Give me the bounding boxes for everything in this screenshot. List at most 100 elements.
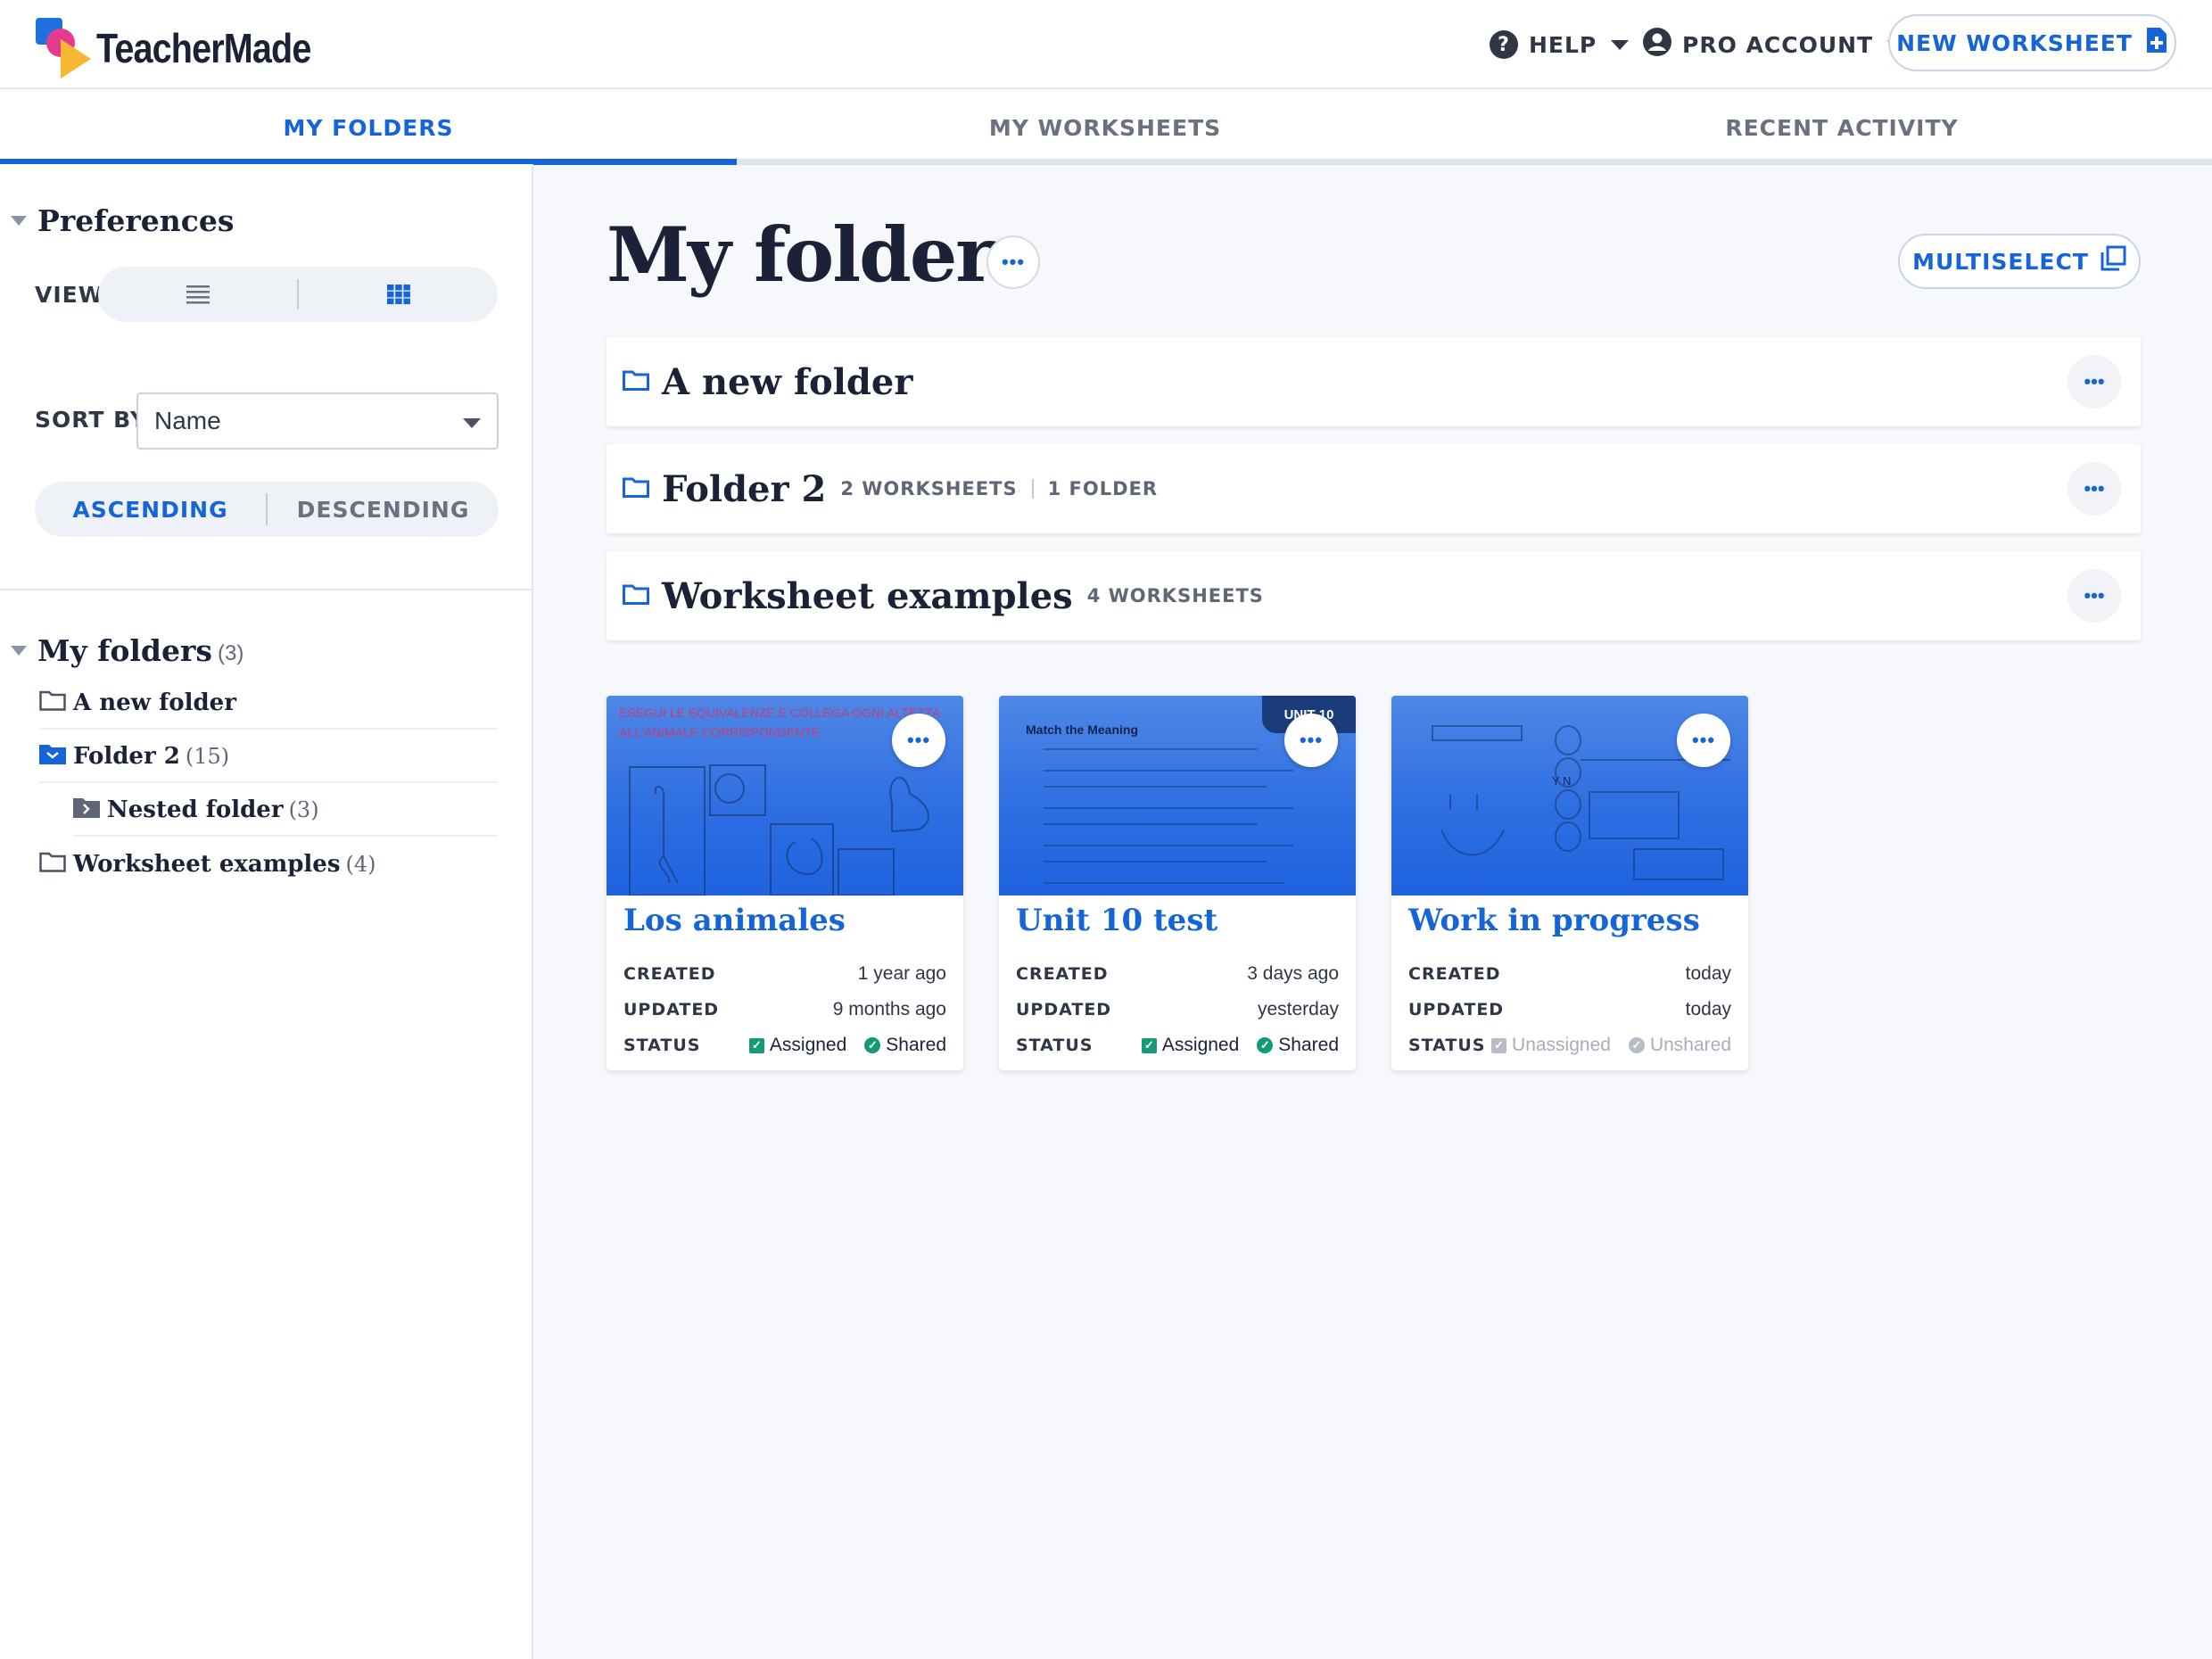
worksheet-thumbnail[interactable]: ESEGUI LE EQUIVALENZE E COLLEGA OGNI ALT… [607, 696, 963, 896]
folder-icon [623, 583, 649, 609]
folder-icon [623, 476, 649, 502]
updated-row: UPDATED yesterday [1016, 999, 1339, 1020]
help-label: HELP [1529, 31, 1597, 58]
folder-icon [623, 369, 649, 395]
tree-item-label: Worksheet examples [73, 851, 341, 878]
folder-meta: 2 WORKSHEETS 1 FOLDER [840, 478, 1158, 499]
folder-tree-count: (3) [217, 640, 244, 665]
status-label: STATUS [1408, 1036, 1486, 1055]
folder-row-folder-2[interactable]: Folder 2 2 WORKSHEETS 1 FOLDER ••• [607, 444, 2141, 533]
created-row: CREATED today [1408, 963, 1731, 985]
preferences-header[interactable]: Preferences [11, 203, 234, 238]
card-title[interactable]: Work in progress [1408, 903, 1700, 938]
sidebar: Preferences VIEW SORT BY Name ASCENDING … [0, 164, 533, 1659]
tree-item-count: (4) [345, 852, 376, 877]
user-icon [1643, 28, 1671, 62]
card-title[interactable]: Unit 10 test [1016, 903, 1217, 938]
more-dots-icon: ••• [2084, 584, 2105, 607]
teachermade-logo[interactable]: TeacherMade [34, 16, 346, 80]
folder-icon [39, 689, 66, 717]
grid-icon [386, 285, 410, 304]
more-dots-icon: ••• [2084, 370, 2105, 392]
worksheet-card-unit-10-test[interactable]: UNIT 10 Match the Meaning ••• Unit 10 te… [999, 696, 1356, 1070]
worksheet-thumbnail[interactable]: UNIT 10 Match the Meaning ••• [999, 696, 1356, 896]
sort-by-select[interactable]: Name [136, 392, 499, 450]
worksheet-card-work-in-progress[interactable]: Y N ••• Work in progress CREATED today U… [1391, 696, 1748, 1070]
updated-row: UPDATED 9 months ago [623, 999, 946, 1020]
card-title[interactable]: Los animales [623, 903, 846, 938]
account-menu[interactable]: PRO ACCOUNT [1643, 27, 1906, 62]
collapse-triangle-icon [11, 646, 27, 656]
multiselect-button[interactable]: MULTISELECT [1898, 234, 2141, 289]
tab-recent-activity[interactable]: RECENT ACTIVITY [1473, 91, 2210, 164]
created-label: CREATED [623, 964, 716, 984]
page-title: My folders [607, 210, 1036, 299]
page-more-button[interactable]: ••• [986, 235, 1040, 289]
card-more-button[interactable]: ••• [892, 714, 945, 767]
new-worksheet-button[interactable]: NEW WORKSHEET [1888, 14, 2176, 71]
tree-item-nested-folder[interactable]: Nested folder (3) [73, 785, 498, 837]
tab-track [737, 159, 2212, 165]
shared-status: ✓ Shared [864, 1035, 946, 1056]
tree-item-worksheet-examples[interactable]: Worksheet examples (4) [39, 838, 498, 890]
folder-row-worksheet-examples[interactable]: Worksheet examples 4 WORKSHEETS ••• [607, 551, 2141, 640]
updated-value: yesterday [1257, 999, 1339, 1019]
multiselect-icon [2100, 245, 2126, 277]
created-value: 1 year ago [857, 963, 946, 984]
folder-more-button[interactable]: ••• [2068, 355, 2121, 409]
tree-item-folder-2[interactable]: Folder 2 (15) [39, 731, 498, 783]
check-circle-icon: ✓ [1257, 1037, 1274, 1053]
account-label: PRO ACCOUNT [1682, 31, 1874, 58]
add-document-icon [2145, 26, 2168, 60]
folder-tree-header[interactable]: My folders (3) [11, 633, 243, 668]
card-more-button[interactable]: ••• [1284, 714, 1338, 767]
check-square-icon: ✓ [1141, 1037, 1157, 1053]
more-dots-icon: ••• [2084, 477, 2105, 499]
folder-more-button[interactable]: ••• [2068, 569, 2121, 623]
tree-item-label: A new folder [73, 689, 236, 716]
folder-open-icon [39, 743, 66, 771]
animal-sketches-icon [629, 764, 929, 896]
more-dots-icon: ••• [1299, 729, 1324, 751]
sort-by-label: SORT BY [35, 407, 147, 433]
updated-row: UPDATED today [1408, 999, 1731, 1020]
sort-order-toggle: ASCENDING DESCENDING [35, 482, 499, 537]
status-row: STATUS ✓ Assigned ✓ Shared [623, 1035, 946, 1056]
created-label: CREATED [1016, 964, 1109, 984]
tab-my-worksheets[interactable]: MY WORKSHEETS [737, 91, 1473, 164]
folder-tree-title: My folders [37, 633, 212, 668]
check-square-icon: ✓ [1491, 1037, 1507, 1053]
more-dots-icon: ••• [1691, 729, 1716, 751]
ascending-button[interactable]: ASCENDING [35, 482, 266, 537]
grid-view-button[interactable] [299, 267, 498, 322]
help-menu[interactable]: ? HELP [1490, 27, 1630, 62]
main-tabs: MY FOLDERS MY WORKSHEETS RECENT ACTIVITY [0, 91, 2212, 165]
tree-item-count: (3) [288, 797, 319, 822]
logo-text: TeacherMade [96, 25, 311, 71]
card-more-button[interactable]: ••• [1677, 714, 1730, 767]
descending-button[interactable]: DESCENDING [268, 482, 499, 537]
tab-my-folders[interactable]: MY FOLDERS [0, 91, 737, 164]
assigned-status: ✓ Assigned [1141, 1035, 1239, 1056]
worksheet-count: 2 WORKSHEETS [840, 478, 1018, 499]
status-badges: ✓ Unassigned ✓ Unshared [1491, 1035, 1731, 1056]
created-row: CREATED 3 days ago [1016, 963, 1339, 985]
folder-row-a-new-folder[interactable]: A new folder ••• [607, 337, 2141, 426]
created-value: 3 days ago [1247, 963, 1339, 984]
more-dots-icon: ••• [906, 729, 931, 751]
check-square-icon: ✓ [748, 1037, 764, 1053]
folder-more-button[interactable]: ••• [2068, 462, 2121, 516]
help-icon: ? [1490, 30, 1518, 59]
folder-name: Folder 2 [662, 467, 827, 510]
status-badges: ✓ Assigned ✓ Shared [1141, 1035, 1339, 1056]
worksheet-card-los-animales[interactable]: ESEGUI LE EQUIVALENZE E COLLEGA OGNI ALT… [607, 696, 963, 1070]
worksheet-thumbnail[interactable]: Y N ••• [1391, 696, 1748, 896]
list-view-button[interactable] [98, 267, 297, 322]
updated-value: 9 months ago [832, 999, 946, 1019]
chevron-down-icon [1611, 39, 1630, 50]
unshared-status: ✓ Unshared [1628, 1035, 1731, 1056]
meta-divider [1031, 479, 1034, 499]
folder-name: A new folder [662, 360, 913, 403]
subfolder-count: 1 FOLDER [1047, 478, 1159, 499]
tree-item-a-new-folder[interactable]: A new folder [39, 678, 498, 730]
